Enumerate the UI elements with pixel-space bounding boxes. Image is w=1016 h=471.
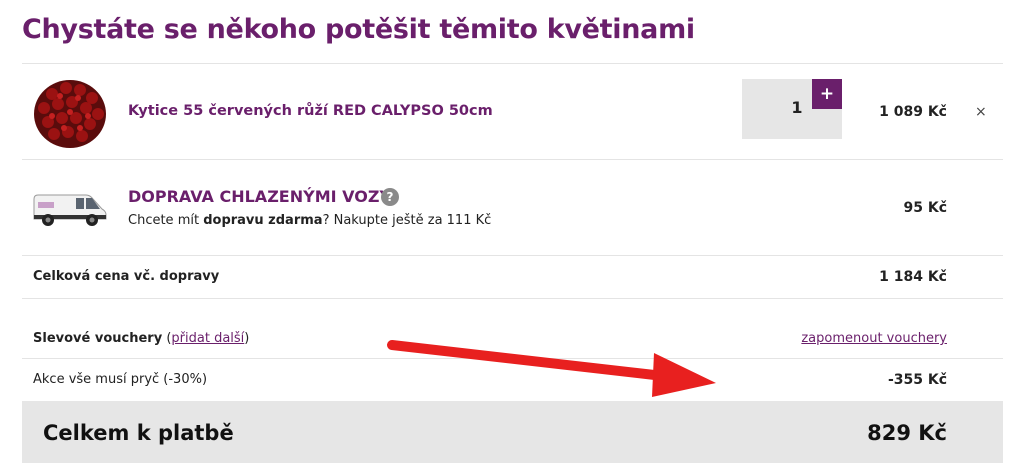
divider [22, 63, 1003, 64]
delivery-price: 95 Kč [903, 200, 947, 216]
divider [22, 298, 1003, 299]
delivery-title: DOPRAVA CHLAZENÝMI VOZY [128, 187, 392, 206]
help-icon[interactable]: ? [381, 188, 399, 206]
add-voucher-link[interactable]: přidat další [171, 331, 244, 346]
total-value: 829 Kč [867, 421, 947, 445]
discount-value: -355 Kč [887, 372, 947, 388]
free-delivery-note-emphasis: dopravu zdarma [203, 213, 323, 228]
divider [22, 255, 1003, 256]
product-price: 1 089 Kč [879, 104, 947, 120]
total-label: Celkem k platbě [43, 421, 234, 445]
annotation-arrow-icon [387, 340, 716, 397]
subtotal-value: 1 184 Kč [879, 269, 947, 285]
divider [22, 159, 1003, 160]
free-delivery-note-prefix: Chcete mít [128, 213, 204, 228]
subtotal-label: Celková cena vč. dopravy [33, 269, 220, 284]
page-title: Chystáte se někoho potěšit těmito květin… [22, 14, 695, 45]
vouchers-label: Slevové vouchery [33, 331, 163, 346]
free-delivery-note: Chcete mít dopravu zdarma? Nakupte ještě… [128, 213, 491, 228]
discount-label: Akce vše musí pryč (-30%) [33, 372, 208, 387]
forget-vouchers-link[interactable]: zapomenout vouchery [801, 331, 947, 346]
quantity-increase-button[interactable]: + [812, 79, 842, 109]
paren-close: ) [244, 331, 250, 346]
vouchers-row: Slevové vouchery (přidat další) [33, 331, 249, 346]
product-name[interactable]: Kytice 55 červených růží RED CALYPSO 50c… [128, 103, 493, 119]
delivery-van-icon [33, 194, 107, 226]
red-roses-bouquet-icon [30, 72, 110, 150]
remove-item-button[interactable]: × [975, 104, 987, 120]
free-delivery-note-suffix: ? Nakupte ještě za 111 Kč [322, 213, 492, 228]
